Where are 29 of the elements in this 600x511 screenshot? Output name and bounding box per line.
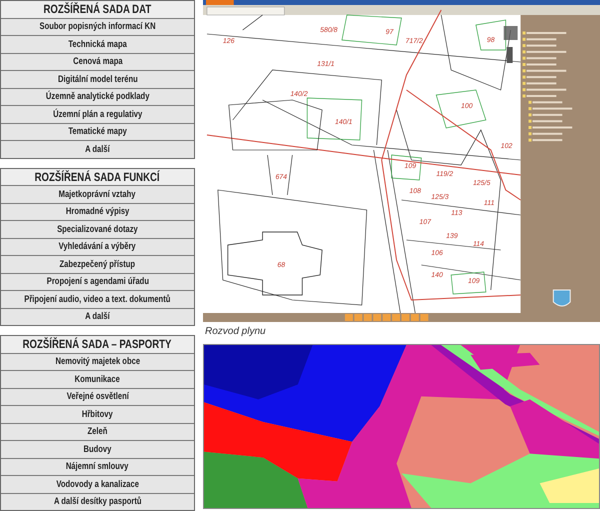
menu-item[interactable]: Hřbitovy [1,405,194,422]
section-heading: ROZŠÍŘENÁ SADA DAT [1,1,194,18]
section-heading: ROZŠÍŘENÁ SADA – PASPORTY [1,336,194,352]
menu-item[interactable]: Vodovody a kanalizace [1,475,194,492]
menu-item[interactable]: A další desítky pasportů [1,492,194,510]
menu-item[interactable]: Digitální model terénu [1,70,194,88]
menu-item[interactable]: Propojení s agendami úřadu [1,272,194,290]
menu-item[interactable]: Zabezpečený přístup [1,255,194,272]
menu-item[interactable]: Specializované dotazy [1,220,194,238]
menu-item[interactable]: Budovy [1,440,194,458]
menu-item[interactable]: Komunikace [1,370,194,388]
menu-item[interactable]: Majetkoprávní vztahy [1,185,194,202]
menu-item[interactable]: Připojení audio, video a text. dokumentů [1,290,194,308]
menu-item[interactable]: Soubor popisných informací KN [1,18,194,35]
menu-item[interactable]: Hromadné výpisy [1,202,194,220]
image-caption: Rozvod plynu [204,325,267,339]
section-heading: ROZŠÍŘENÁ SADA FUNKCÍ [1,168,194,185]
menu-item[interactable]: Územně analytické podklady [1,88,194,105]
menu-item[interactable]: Cenová mapa [1,52,194,70]
menu-item[interactable]: Územní plán a regulativy [1,105,194,122]
menu-item[interactable]: A další [1,140,194,158]
menu-item[interactable]: Vyhledávání a výběry [1,238,194,255]
menu-item[interactable]: A další [1,308,194,325]
menu-item[interactable]: Nemovitý majetek obce [1,352,194,370]
menu-item[interactable]: Veřejné osvětlení [1,388,194,405]
menu-item[interactable]: Tematické mapy [1,122,194,140]
menu-item[interactable]: Technická mapa [1,35,194,52]
menu-item[interactable]: Nájemní smlouvy [1,458,194,475]
menu-item[interactable]: Zeleň [1,422,194,440]
